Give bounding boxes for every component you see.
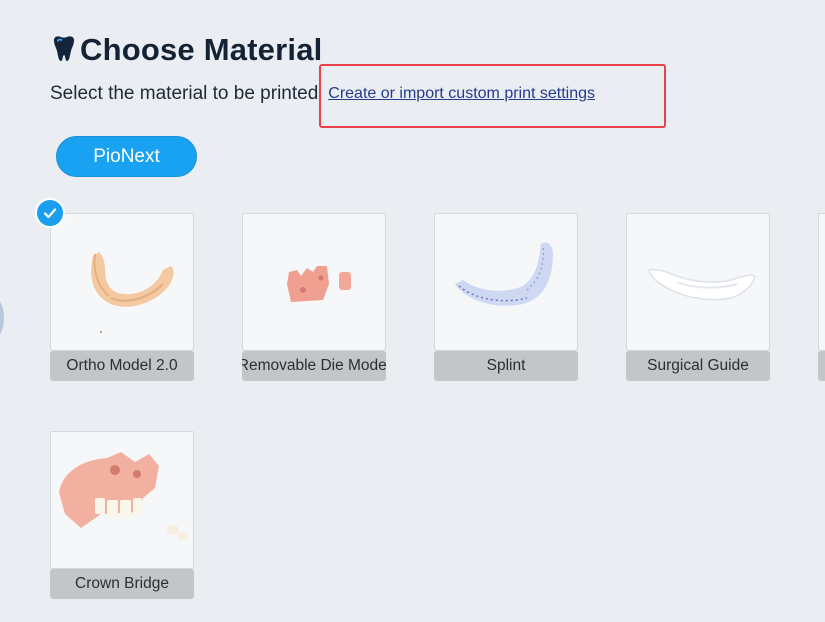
material-card-removable-die-model[interactable]: Removable Die Model (242, 213, 386, 381)
page-subtitle: Select the material to be printed (50, 83, 319, 104)
material-image (434, 213, 578, 351)
material-label (818, 351, 825, 381)
material-card-crown-bridge[interactable]: Crown Bridge (50, 431, 194, 599)
page-title: Choose Material (80, 32, 323, 67)
material-card-ortho-model[interactable]: Ortho Model 2.0 (50, 213, 194, 381)
material-label: Crown Bridge (50, 569, 194, 599)
material-label: Removable Die Model (242, 351, 386, 381)
title-row: Choose Material (50, 30, 322, 70)
material-image (50, 431, 194, 569)
highlight-annotation-box (319, 64, 666, 128)
selected-check-icon (35, 198, 65, 228)
material-card-partial[interactable] (818, 213, 825, 383)
scroll-left-handle[interactable] (0, 296, 4, 340)
tooth-icon (50, 35, 78, 65)
material-image (626, 213, 770, 351)
material-image (242, 213, 386, 351)
material-image (818, 213, 825, 351)
material-label: Surgical Guide (626, 351, 770, 381)
material-card-splint[interactable]: Splint (434, 213, 578, 381)
brand-filter-button[interactable]: PioNext (56, 136, 197, 177)
material-image (50, 213, 194, 351)
material-label: Splint (434, 351, 578, 381)
material-card-surgical-guide[interactable]: Surgical Guide (626, 213, 770, 381)
material-label: Ortho Model 2.0 (50, 351, 194, 381)
